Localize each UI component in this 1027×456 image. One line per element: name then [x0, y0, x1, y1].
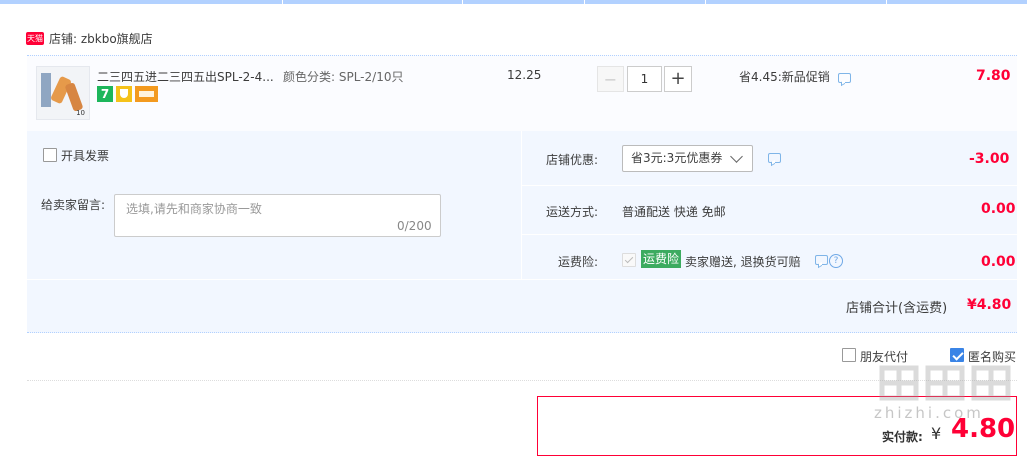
- unit-price: 12.25: [507, 68, 542, 82]
- product-thumbnail[interactable]: 10: [36, 66, 90, 120]
- guarantee-shield-icon: [116, 86, 132, 102]
- credit-card-icon: [135, 86, 158, 102]
- insurance-tag: 运费险: [641, 250, 682, 268]
- shipping-amount: 0.00: [981, 201, 1016, 217]
- insurance-label: 运费险:: [558, 255, 599, 269]
- order-item-row: [27, 55, 1017, 133]
- coupon-info-icon[interactable]: [768, 153, 781, 163]
- insurance-text: 卖家赠送, 退换货可赔: [685, 255, 801, 269]
- seven-day-return-icon: 7: [97, 86, 113, 102]
- promotion-text: 省4.45:新品促销: [739, 70, 830, 84]
- panel-divider: [521, 131, 522, 279]
- row-divider: [27, 279, 1017, 280]
- item-subtotal: 7.80: [976, 68, 1011, 84]
- insurance-amount: 0.00: [981, 254, 1016, 270]
- insurance-chat-icon[interactable]: [815, 255, 828, 265]
- promo-info-icon[interactable]: [838, 73, 851, 83]
- shop-total-label: 店铺合计(含运费): [846, 301, 948, 316]
- shipping-method: 普通配送 快递 免邮: [622, 205, 726, 219]
- message-label: 给卖家留言:: [41, 198, 106, 212]
- coupon-amount: -3.00: [969, 151, 1010, 167]
- invoice-checkbox[interactable]: [43, 148, 57, 162]
- row-divider: [522, 185, 1017, 186]
- pay-label: 实付款:: [882, 430, 923, 444]
- product-spec: 颜色分类: SPL-2/10只: [283, 70, 404, 84]
- coupon-label: 店铺优惠:: [546, 153, 599, 167]
- message-placeholder: 选填,请先和商家协商一致: [126, 202, 262, 216]
- watermark-text: zhizhi.com: [874, 404, 984, 422]
- product-title-link[interactable]: 二三四五进二三四五出SPL-2-4...: [97, 68, 277, 85]
- shop-name-link[interactable]: 店铺: zbkbo旗舰店: [49, 30, 153, 47]
- shop-total-amount: ¥4.80: [967, 297, 1012, 313]
- message-char-count: 0/200: [397, 219, 432, 233]
- help-icon[interactable]: ?: [829, 254, 843, 268]
- tmall-icon: 天猫: [26, 32, 44, 45]
- row-divider: [522, 234, 1017, 235]
- shipping-label: 运送方式:: [546, 205, 599, 219]
- top-divider: [0, 0, 1027, 4]
- section-divider: [27, 380, 1017, 381]
- quantity-decrease-button[interactable]: −: [597, 66, 624, 92]
- quantity-input[interactable]: [627, 66, 662, 92]
- service-badges: 7: [97, 86, 161, 102]
- invoice-label: 开具发票: [61, 149, 110, 163]
- friend-pay-checkbox[interactable]: [842, 348, 856, 362]
- quantity-increase-button[interactable]: +: [664, 66, 692, 92]
- insurance-checkbox: [622, 253, 636, 267]
